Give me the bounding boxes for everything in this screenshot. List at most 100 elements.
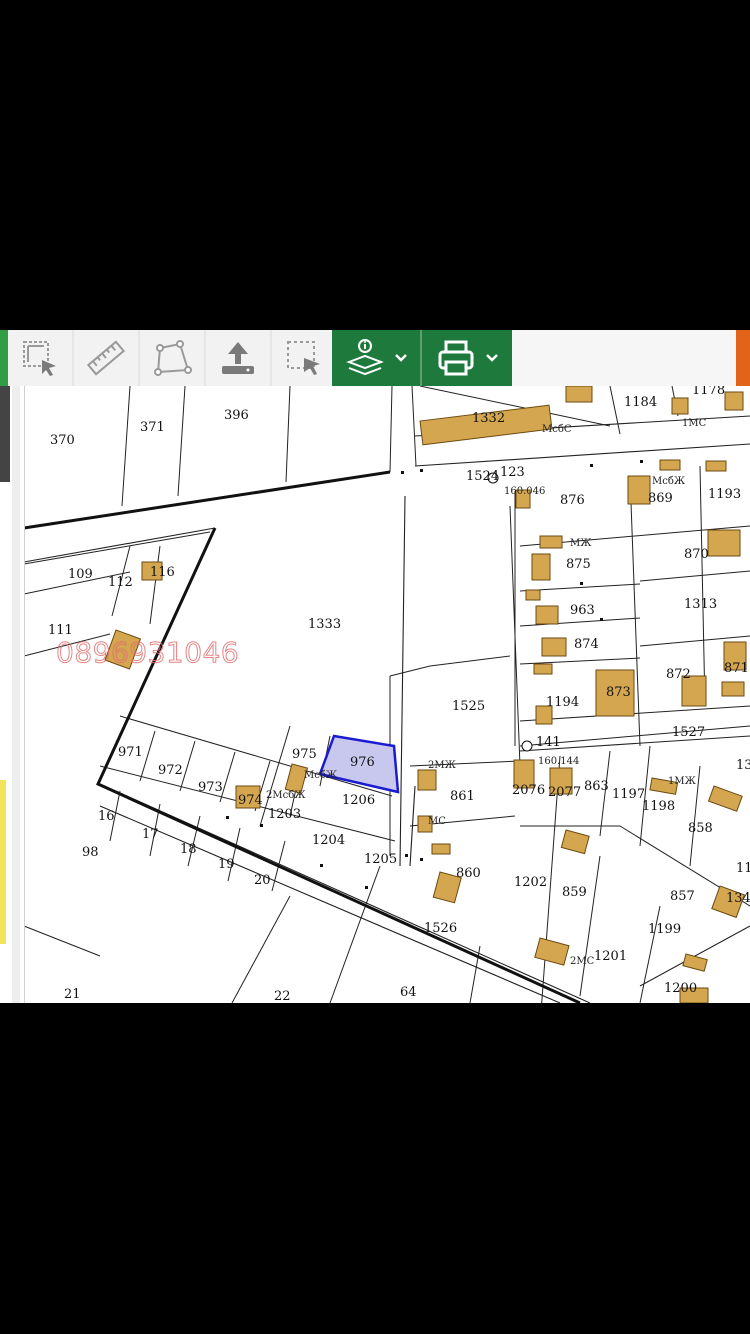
parcel-label-116: 116: [150, 565, 175, 580]
parcel-label-371: 371: [140, 420, 165, 435]
parcel-label-1201: 1201: [594, 949, 627, 964]
parcel-label-141: 141: [536, 735, 561, 750]
parcel-label-16: 16: [98, 809, 115, 824]
panel-handle[interactable]: [0, 386, 10, 482]
building-code: МсбС: [542, 424, 572, 435]
cadastral-map[interactable]: 370 371 396 1332 1184 1178 1524 123 160.046 876 86…: [0, 386, 750, 1003]
parcel-label-1332: 1332: [472, 411, 505, 426]
parcel-label-872: 872: [666, 667, 691, 682]
parcel-label-858: 858: [688, 821, 713, 836]
parcel-label-963: 963: [570, 603, 595, 618]
parcel-label-861: 861: [450, 789, 475, 804]
parcel-label-1333: 1333: [308, 617, 341, 632]
parcel-label-1525: 1525: [452, 699, 485, 714]
panel-highlight: [0, 780, 6, 944]
parcel-label-1206: 1206: [342, 793, 375, 808]
marquee-select-button[interactable]: [272, 330, 336, 386]
measure-area-button[interactable]: [140, 330, 204, 386]
parcel-label-1194: 1194: [546, 695, 579, 710]
measure-distance-button[interactable]: [74, 330, 138, 386]
panel-scroll-track[interactable]: [12, 386, 20, 1003]
parcel-label-1349: 1349: [726, 891, 750, 906]
polygon-measure-icon: [154, 340, 192, 376]
print-button[interactable]: [422, 330, 512, 386]
upload-icon: [222, 342, 254, 374]
parcel-label-875: 875: [566, 557, 591, 572]
parcel-label-1200: 1200: [664, 981, 697, 996]
parcel-label-19: 19: [218, 857, 235, 872]
parcel-label-18: 18: [180, 842, 197, 857]
parcel-label-17: 17: [142, 827, 159, 842]
parcel-label-13: 13: [736, 758, 750, 773]
toolbar-empty-area: [512, 330, 736, 386]
parcel-label-1202: 1202: [514, 875, 547, 890]
parcel-label-1526: 1526: [424, 921, 457, 936]
toolbar-accent-left: [0, 330, 8, 386]
building-code: 1МЖ: [668, 776, 697, 787]
upload-button[interactable]: [206, 330, 270, 386]
parcel-label-876: 876: [560, 493, 585, 508]
building-code: МЖ: [570, 538, 592, 549]
parcel-label-975: 975: [292, 747, 317, 762]
parcel-label-1204: 1204: [312, 833, 345, 848]
parcel-label-1199: 1199: [648, 922, 681, 937]
parcel-label-1527: 1527: [672, 725, 705, 740]
ruler-icon: [86, 340, 126, 376]
parcel-label-870: 870: [684, 547, 709, 562]
parcel-label-112: 112: [108, 575, 133, 590]
chevron-down-icon: [486, 354, 498, 362]
parcel-label-863: 863: [584, 779, 609, 794]
parcel-label-859: 859: [562, 885, 587, 900]
parcel-label-1197: 1197: [612, 787, 645, 802]
parcel-label-21: 21: [64, 987, 81, 1002]
building-code: 2МС: [570, 956, 595, 967]
toolbar-accent-right[interactable]: [736, 330, 750, 386]
map-toolbar: [0, 330, 750, 386]
map-viewport[interactable]: 370 371 396 1332 1184 1178 1524 123 160.046 876 86…: [0, 330, 750, 1003]
marquee-select-icon: [287, 341, 320, 375]
parcel-label-871: 871: [724, 661, 749, 676]
parcel-label-98: 98: [82, 845, 99, 860]
parcel-label-972: 972: [158, 763, 183, 778]
chevron-down-icon: [395, 354, 407, 362]
parcel-label-976[interactable]: 976: [350, 755, 375, 770]
building-code: 2МсбЖ: [266, 790, 306, 801]
parcel-label-11: 11: [736, 861, 750, 876]
select-area-button[interactable]: [8, 330, 72, 386]
parcel-label-974: 974: [238, 793, 263, 808]
parcel-label-370: 370: [50, 433, 75, 448]
parcel-label-973: 973: [198, 780, 223, 795]
building-code: 1МС: [682, 418, 707, 429]
parcel-label-2076: 2076: [512, 783, 545, 798]
building-code: 2МЖ: [428, 760, 457, 771]
parcel-label-22: 22: [274, 989, 291, 1003]
info-layers-button[interactable]: [332, 330, 420, 386]
parcel-label-1203: 1203: [268, 807, 301, 822]
parcel-label-109: 109: [68, 567, 93, 582]
watermark-phone-number: 0896931046: [55, 636, 240, 670]
parcel-label-857: 857: [670, 889, 695, 904]
parcel-label-1198: 1198: [642, 799, 675, 814]
parcel-label-20: 20: [254, 873, 271, 888]
parcel-label-160.144: 160.144: [538, 756, 579, 767]
building-code: МС: [428, 816, 446, 827]
building-code: МсбЖ: [304, 770, 338, 781]
left-panel-strip[interactable]: [0, 386, 25, 1003]
parcel-label-1184: 1184: [624, 395, 657, 410]
parcel-label-64: 64: [400, 985, 417, 1000]
parcel-label-869: 869: [648, 491, 673, 506]
parcel-label-873: 873: [606, 685, 631, 700]
parcel-label-874: 874: [574, 637, 599, 652]
building-code: МсбЖ: [652, 476, 686, 487]
select-area-icon: [23, 341, 56, 376]
parcel-label-1205: 1205: [364, 852, 397, 867]
parcel-label-1178: 1178: [692, 386, 725, 398]
parcel-label-1524: 1524: [466, 469, 499, 484]
parcel-label-860: 860: [456, 866, 481, 881]
parcel-label-123: 123: [500, 465, 525, 480]
print-icon: [438, 340, 474, 376]
parcel-label-396: 396: [224, 408, 249, 423]
parcel-label-971: 971: [118, 745, 143, 760]
parcel-label-160.046: 160.046: [504, 486, 545, 497]
info-layers-icon: [346, 339, 384, 376]
